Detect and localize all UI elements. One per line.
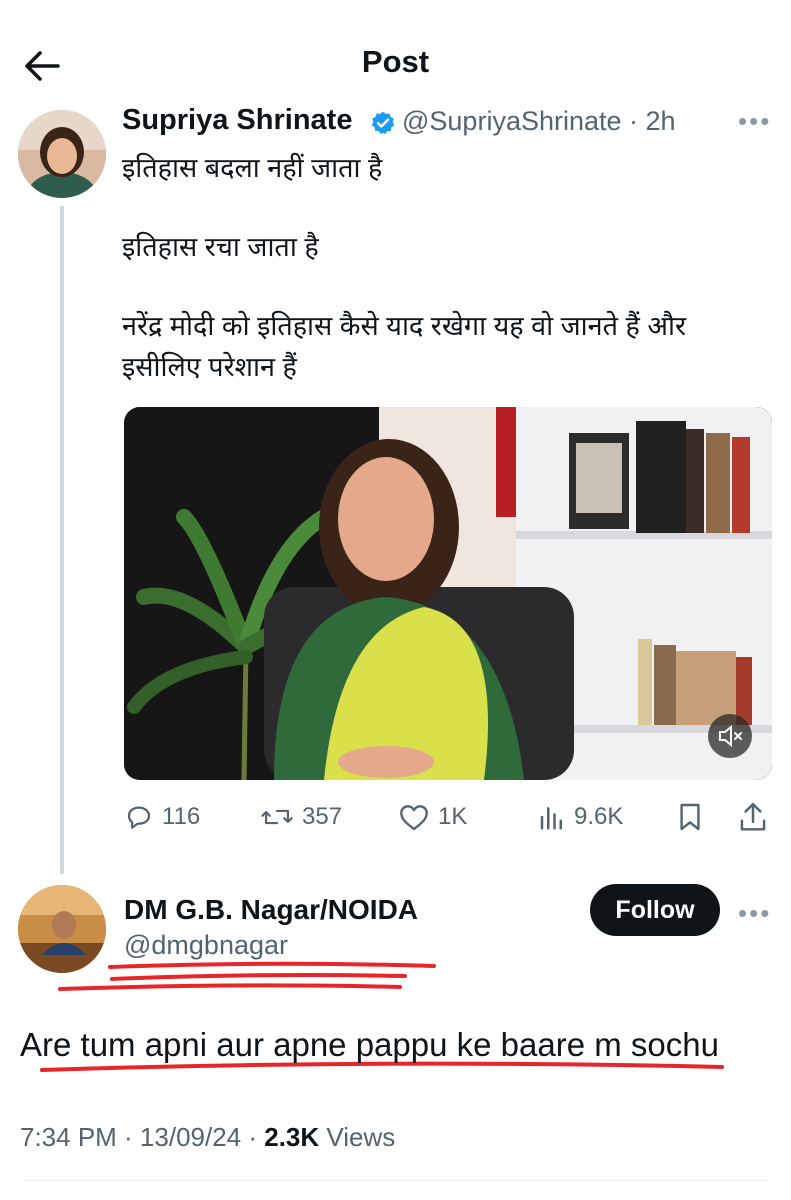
reply-button[interactable]: 116	[124, 797, 200, 837]
heart-icon	[400, 805, 428, 831]
like-button[interactable]: 1K	[398, 797, 467, 837]
tweet-line: इतिहास बदला नहीं जाता है	[122, 153, 383, 183]
reply-text: Are tum apni aur apne pappu ke baare m s…	[20, 1026, 719, 1063]
share-icon[interactable]	[738, 801, 768, 833]
analytics-icon	[540, 807, 562, 830]
author-handle-time[interactable]: @SupriyaShrinate · 2h	[402, 106, 676, 137]
views-button[interactable]: 9.6K	[538, 797, 623, 837]
reply-more-options-icon[interactable]: •••	[738, 898, 771, 929]
speaker-muted-icon	[719, 724, 742, 748]
author-name[interactable]: Supriya Shrinate	[122, 104, 352, 137]
views-count: 9.6K	[574, 803, 624, 830]
post-views-count: 2.3K	[264, 1122, 320, 1152]
post-views-label: Views	[319, 1122, 396, 1152]
repost-count: 357	[302, 803, 343, 830]
author-avatar[interactable]	[18, 110, 106, 198]
reply-count: 116	[162, 803, 201, 830]
tweet-line: इतिहास रचा जाता है	[122, 232, 319, 262]
thread-connector	[60, 206, 64, 874]
reply-author-name[interactable]: DM G.B. Nagar/NOIDA	[124, 894, 418, 926]
post-metadata: 7:34 PM · 13/09/24 · 2.3K Views	[20, 1122, 395, 1153]
divider	[20, 1180, 771, 1181]
more-options-icon[interactable]: •••	[738, 106, 771, 137]
video-player[interactable]	[124, 407, 772, 780]
tweet-line: नरेंद्र मोदी को इतिहास कैसे याद रखेगा यह…	[122, 311, 687, 382]
repost-icon	[261, 809, 293, 825]
bookmark-icon[interactable]	[678, 802, 702, 832]
follow-button[interactable]: Follow	[590, 884, 720, 936]
verified-badge-icon	[371, 111, 395, 135]
mute-toggle[interactable]	[708, 714, 752, 758]
post-timestamp[interactable]: 7:34 PM · 13/09/24 ·	[20, 1122, 264, 1152]
reply-icon	[127, 806, 151, 829]
page-title: Post	[361, 44, 430, 79]
repost-button[interactable]: 357	[260, 797, 342, 837]
like-count: 1K	[438, 803, 468, 830]
video-thumbnail	[124, 407, 772, 780]
tweet-text: इतिहास बदला नहीं जाता है इतिहास रचा जाता…	[122, 148, 772, 388]
